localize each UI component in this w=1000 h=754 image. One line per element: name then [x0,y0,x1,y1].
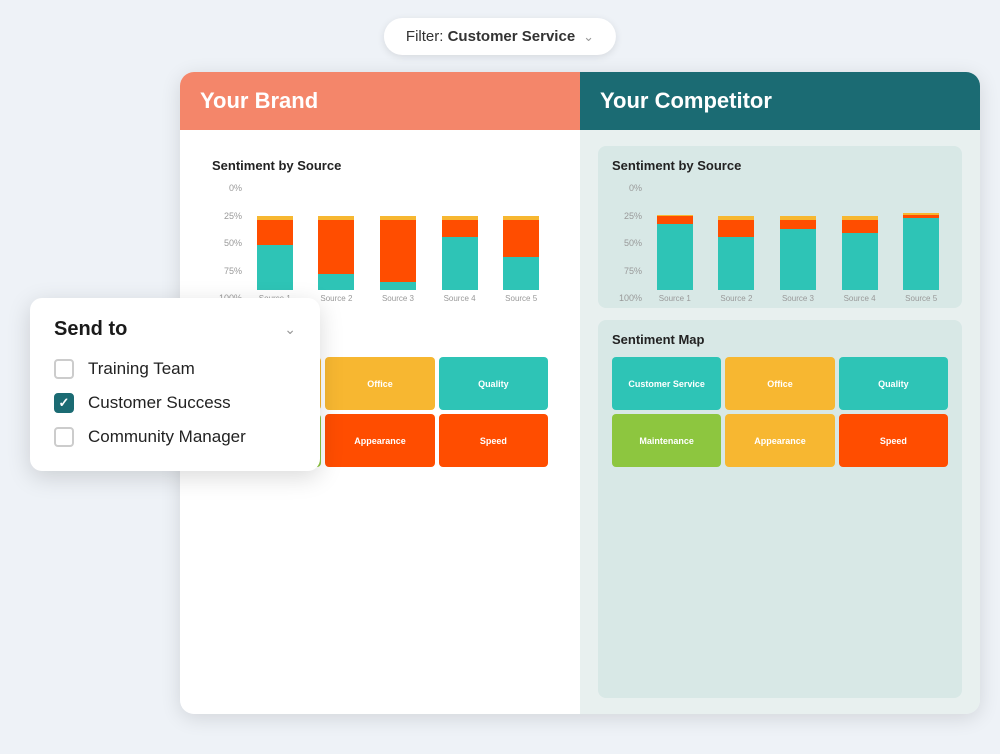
send-to-item[interactable]: Training Team [54,359,296,379]
bar-segment [842,233,878,290]
bar-segment [780,220,816,228]
sentiment-cell: Office [325,357,434,410]
bar-label: Source 3 [782,294,814,303]
sentiment-cell-label: Office [765,377,795,391]
bar-label: Source 4 [444,294,476,303]
sentiment-cell: Quality [839,357,948,410]
competitor-content: Sentiment by Source 100% 75% 50% 25% 0% … [580,130,980,714]
send-to-item-label: Training Team [88,359,195,379]
bar-group: Source 3 [371,183,425,303]
competitor-grid: Customer Service Office Quality Maintenance… [612,357,948,467]
sentiment-cell: Maintenance [612,414,721,467]
chevron-down-icon: ⌄ [583,29,594,45]
brand-title: Your Brand [200,88,318,113]
brand-header: Your Brand [180,72,580,130]
sentiment-cell: Speed [839,414,948,467]
competitor-sentiment-chart: Sentiment by Source 100% 75% 50% 25% 0% … [598,146,962,308]
bar-segment [380,220,416,282]
bar-segment [257,245,293,290]
bar-segment [318,274,354,290]
sentiment-cell-label: Maintenance [637,434,696,448]
send-to-header: Send to ⌄ [54,318,296,341]
bar-segment [657,216,693,224]
bar-segment [780,229,816,291]
sentiment-cell: Appearance [325,414,434,467]
bar-label: Source 5 [505,294,537,303]
bar-group: Source 2 [310,183,364,303]
brand-sentiment-chart: Sentiment by Source 100% 75% 50% 25% 0% … [198,146,562,308]
y-axis: 100% 75% 50% 25% 0% [212,183,246,303]
send-to-list: Training Team Customer Success Community M… [54,359,296,447]
competitor-header: Your Competitor [580,72,980,130]
bar-segment [442,237,478,290]
bar-label: Source 1 [659,294,691,303]
bar-segment [380,282,416,290]
chevron-down-icon[interactable]: ⌄ [284,321,296,338]
filter-bar[interactable]: Filter: Customer Service ⌄ [384,18,616,55]
send-to-overlay: Send to ⌄ Training Team Customer Success C… [30,298,320,471]
competitor-chart-title: Sentiment by Source [612,158,948,173]
sentiment-cell: Office [725,357,834,410]
brand-chart-title: Sentiment by Source [212,158,548,173]
bar-group: Source 1 [248,183,302,303]
checkbox[interactable] [54,359,74,379]
bar-group: Source 4 [433,183,487,303]
bar-group: Source 1 [648,183,702,303]
bar-segment [318,220,354,273]
sentiment-cell-label: Customer Service [626,377,707,391]
sentiment-cell: Quality [439,357,548,410]
bar-segment [442,220,478,236]
competitor-title: Your Competitor [600,88,772,113]
send-to-title: Send to [54,318,127,341]
send-to-item-label: Customer Success [88,393,231,413]
sentiment-cell-label: Speed [478,434,509,448]
bar-label: Source 5 [905,294,937,303]
sentiment-cell: Speed [439,414,548,467]
bar-segment [842,220,878,232]
filter-value: Customer Service [448,28,576,45]
sentiment-cell-label: Quality [876,377,911,391]
sentiment-cell: Appearance [725,414,834,467]
send-to-item[interactable]: Community Manager [54,427,296,447]
bar-segment [503,257,539,290]
sentiment-cell-label: Office [365,377,395,391]
bar-segment [503,220,539,257]
send-to-item-label: Community Manager [88,427,246,447]
checkbox[interactable] [54,427,74,447]
bar-group: Source 5 [494,183,548,303]
sentiment-cell: Customer Service [612,357,721,410]
sentiment-cell-label: Appearance [352,434,408,448]
bar-segment [718,237,754,290]
bar-label: Source 2 [720,294,752,303]
competitor-column: Your Competitor Sentiment by Source 100%… [580,72,980,714]
bar-group: Source 2 [710,183,764,303]
send-to-item[interactable]: Customer Success [54,393,296,413]
competitor-sentiment-map: Sentiment Map Customer Service Office Qual… [598,320,962,698]
bar-label: Source 2 [320,294,352,303]
bar-group: Source 3 [771,183,825,303]
bar-segment [718,220,754,236]
bar-segment [257,220,293,245]
competitor-map-title: Sentiment Map [612,332,948,347]
bar-segment [657,224,693,290]
sentiment-cell-label: Appearance [752,434,808,448]
filter-label: Filter: Customer Service [406,28,575,45]
bar-segment [903,218,939,290]
bar-group: Source 5 [894,183,948,303]
bar-label: Source 3 [382,294,414,303]
sentiment-cell-label: Quality [476,377,511,391]
competitor-bar-chart: 100% 75% 50% 25% 0% Source 1 Source 2 Sour… [612,183,948,321]
checkbox[interactable] [54,393,74,413]
bar-group: Source 4 [833,183,887,303]
bar-label: Source 4 [844,294,876,303]
sentiment-cell-label: Speed [878,434,909,448]
competitor-y-axis: 100% 75% 50% 25% 0% [612,183,646,303]
